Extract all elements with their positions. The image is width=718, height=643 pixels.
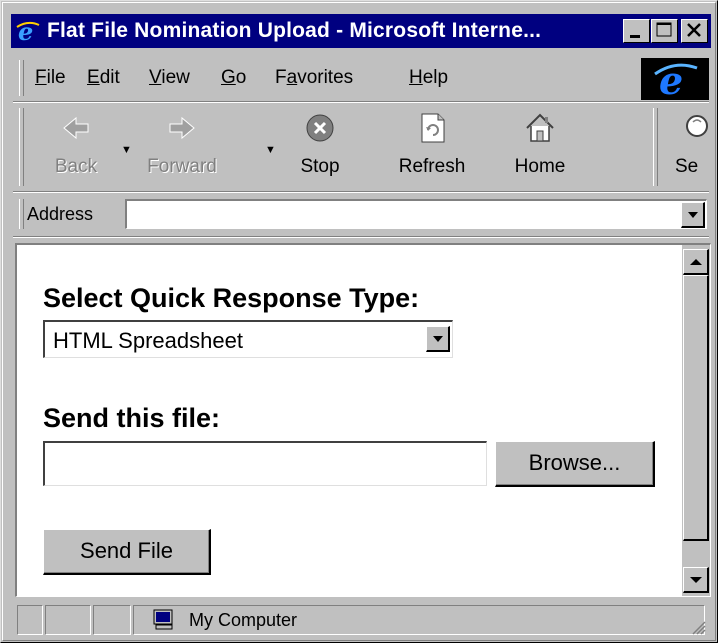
- stop-label: Stop: [300, 156, 340, 177]
- toolbar-separator-bottom: [13, 191, 709, 193]
- status-panel-3: [93, 605, 131, 635]
- menu-help[interactable]: Help: [409, 67, 448, 89]
- refresh-label: Refresh: [398, 156, 466, 177]
- response-type-label: Select Quick Response Type:: [43, 283, 420, 313]
- refresh-icon: [421, 113, 445, 143]
- address-input[interactable]: [125, 199, 707, 229]
- toolbar-separator: [653, 108, 658, 186]
- back-dropdown-arrow[interactable]: ▼: [121, 144, 132, 156]
- menu-bar: File Edit View Go Favorites Help e: [13, 56, 709, 103]
- ie-throbber-logo: e: [641, 58, 709, 103]
- ie-logo-icon: e: [15, 18, 41, 44]
- computer-icon: [153, 609, 173, 630]
- up-arrow-icon: [690, 259, 702, 265]
- down-arrow-icon: [690, 577, 702, 583]
- home-label: Home: [514, 156, 566, 177]
- page-content: Select Quick Response Type: HTML Spreads…: [15, 243, 711, 597]
- ie-e-icon: e: [654, 58, 698, 103]
- response-type-value: HTML Spreadsheet: [53, 328, 243, 353]
- vertical-scrollbar[interactable]: [682, 245, 710, 596]
- search-icon: [686, 115, 708, 137]
- menu-edit[interactable]: Edit: [87, 67, 120, 89]
- home-icon: [526, 113, 554, 142]
- menu-view[interactable]: View: [149, 67, 190, 89]
- browser-window: e Flat File Nomination Upload - Microsof…: [0, 0, 718, 643]
- resize-grip-icon[interactable]: [691, 620, 707, 636]
- minimize-button[interactable]: [623, 19, 650, 43]
- menu-go[interactable]: Go: [221, 67, 246, 89]
- status-panel-1: [17, 605, 43, 635]
- svg-text:e: e: [18, 18, 33, 44]
- back-label: Back: [54, 156, 98, 177]
- back-arrow-icon: [63, 116, 89, 140]
- status-panel-2: [45, 605, 91, 635]
- forward-arrow-icon: [169, 116, 195, 140]
- stop-button[interactable]: Stop: [275, 108, 365, 186]
- browse-button[interactable]: Browse...: [495, 441, 655, 487]
- menu-separator: [13, 101, 709, 103]
- send-file-button[interactable]: Send File: [43, 529, 211, 575]
- address-grip[interactable]: [19, 199, 24, 229]
- toolbar-grip[interactable]: [19, 108, 24, 186]
- address-dropdown-button[interactable]: [681, 202, 705, 228]
- title-bar[interactable]: e Flat File Nomination Upload - Microsof…: [11, 14, 711, 48]
- scroll-down-button[interactable]: [683, 567, 709, 593]
- address-separator: [13, 236, 709, 238]
- menu-grip[interactable]: [19, 60, 24, 96]
- menu-favorites[interactable]: Favorites: [275, 67, 353, 89]
- search-button[interactable]: Se: [671, 108, 709, 186]
- maximize-button[interactable]: [651, 19, 678, 43]
- response-type-dropdown-button[interactable]: [426, 326, 450, 352]
- status-bar: My Computer: [13, 602, 709, 638]
- address-bar: Address: [13, 195, 709, 233]
- scroll-thumb[interactable]: [683, 275, 709, 541]
- refresh-button[interactable]: Refresh: [387, 108, 477, 186]
- response-type-select[interactable]: HTML Spreadsheet: [43, 320, 453, 358]
- forward-button[interactable]: Forward: [137, 108, 227, 186]
- standard-toolbar: Back ▼ Forward ▼ Stop Refresh Home Se: [13, 104, 709, 190]
- window-title: Flat File Nomination Upload - Microsoft …: [47, 19, 542, 42]
- file-path-input[interactable]: [43, 441, 487, 486]
- close-button[interactable]: [681, 19, 708, 43]
- menu-file[interactable]: File: [35, 67, 66, 89]
- file-label: Send this file:: [43, 403, 221, 433]
- home-button[interactable]: Home: [495, 108, 585, 186]
- address-label: Address: [27, 204, 94, 224]
- back-button[interactable]: Back: [31, 108, 121, 186]
- forward-label: Forward: [147, 156, 217, 177]
- scroll-up-button[interactable]: [683, 249, 709, 275]
- status-zone-text: My Computer: [189, 610, 298, 630]
- stop-icon: [306, 114, 334, 142]
- search-label: Se: [675, 156, 699, 177]
- menu-file-rest: ile: [46, 67, 66, 88]
